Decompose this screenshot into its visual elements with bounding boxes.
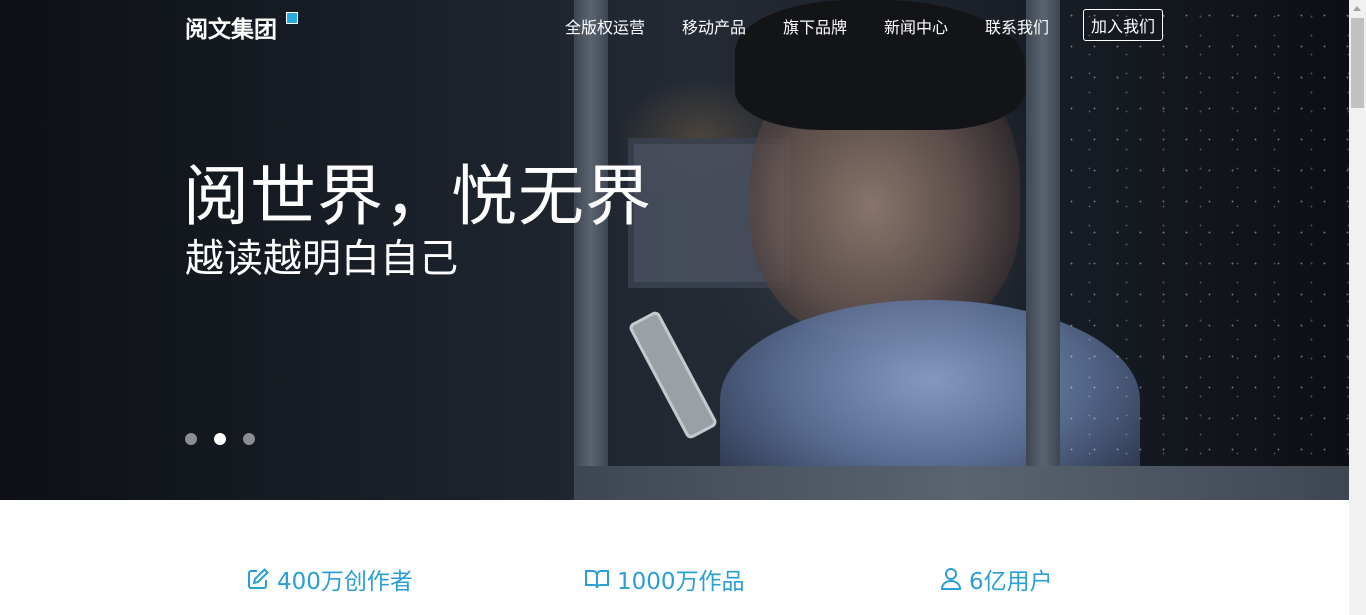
nav-item-brands[interactable]: 旗下品牌 [783, 14, 847, 38]
nav-item-news[interactable]: 新闻中心 [884, 14, 948, 38]
nav-item-mobile-products[interactable]: 移动产品 [682, 14, 746, 38]
hero-person-hair [735, 0, 1025, 130]
stat-users: 6亿用户 [940, 562, 1053, 596]
stat-works: 1000万作品 [584, 562, 745, 596]
page-scrollbar[interactable] [1349, 0, 1366, 615]
window-frame-bottom [574, 466, 1349, 500]
join-us-button[interactable]: 加入我们 [1083, 9, 1163, 41]
hero-title: 阅世界，悦无界 [183, 158, 652, 235]
window-frame-right [1026, 0, 1060, 500]
carousel-dot-3[interactable] [243, 433, 255, 445]
window-frame-left [574, 0, 608, 500]
stat-creators-label: 400万创作者 [277, 569, 413, 595]
rain-drops-texture [1060, 0, 1349, 466]
nav-item-contact[interactable]: 联系我们 [985, 14, 1049, 38]
stat-creators: 400万创作者 [246, 562, 413, 596]
stat-users-label: 6亿用户 [969, 569, 1053, 595]
logo-mark-icon [286, 12, 298, 24]
hero-subtitle: 越读越明白自己 [185, 237, 459, 282]
brand-logo[interactable]: 阅文集团 [185, 10, 277, 44]
hero-banner: 阅世界，悦无界 越读越明白自己 [0, 0, 1349, 500]
hero-phone-image [627, 309, 719, 441]
book-icon [585, 570, 609, 589]
scroll-up-arrow-icon[interactable] [1353, 6, 1361, 11]
edit-icon [248, 568, 269, 589]
carousel-dot-1[interactable] [185, 433, 197, 445]
carousel-dot-2[interactable] [214, 433, 226, 445]
user-icon [940, 568, 962, 590]
scroll-thumb[interactable] [1351, 18, 1364, 108]
stat-works-label: 1000万作品 [617, 569, 745, 595]
nav-item-copyright[interactable]: 全版权运营 [565, 14, 645, 38]
